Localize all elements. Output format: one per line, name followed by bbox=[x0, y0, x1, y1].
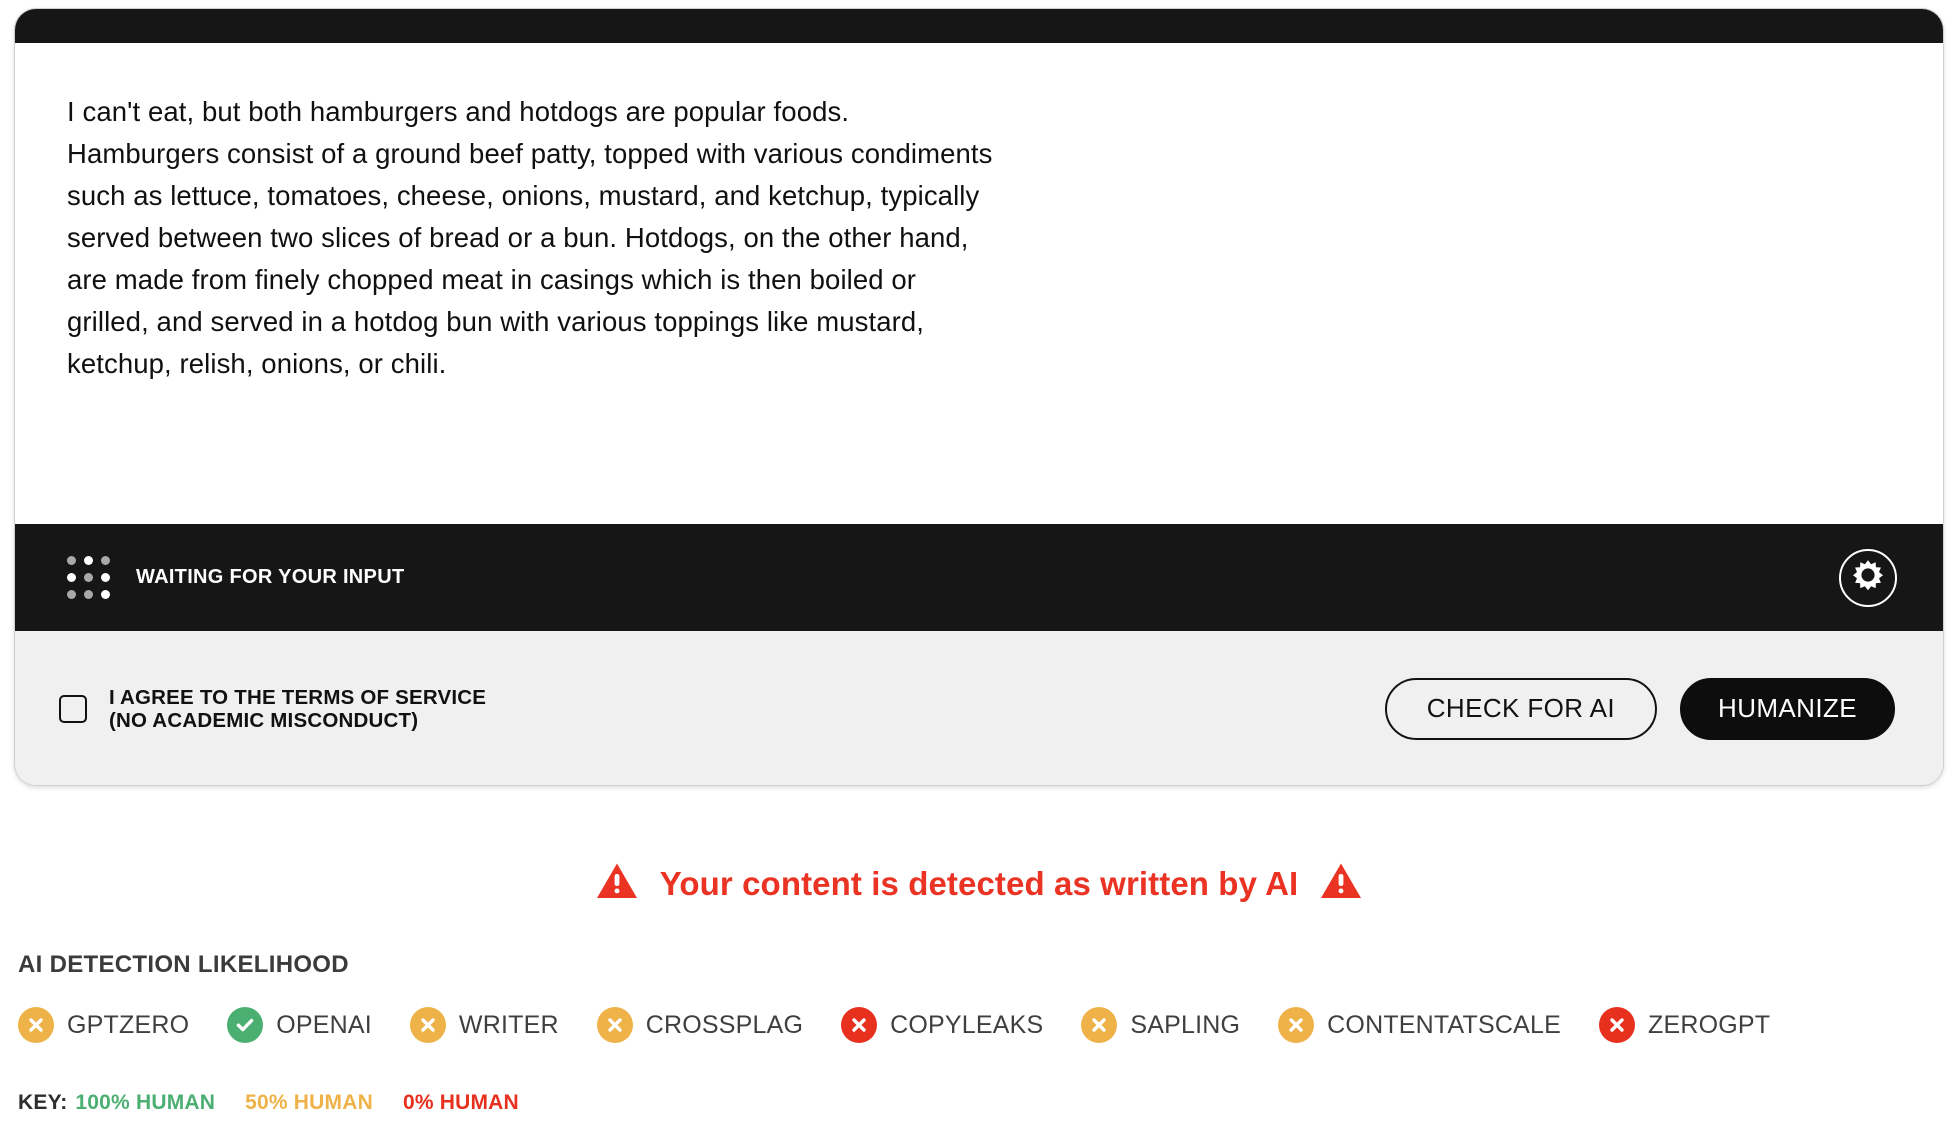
warning-triangle-icon bbox=[1320, 862, 1362, 905]
legend-key-label: KEY: bbox=[18, 1091, 68, 1114]
x-circle-icon bbox=[841, 1007, 878, 1043]
x-circle-icon bbox=[1599, 1007, 1636, 1043]
footer-button-group: CHECK FOR AI HUMANIZE bbox=[1384, 677, 1895, 740]
detector-badge: OPENAI bbox=[227, 1007, 372, 1043]
gear-icon bbox=[1850, 557, 1886, 598]
legend-key-item: 0% HUMAN bbox=[402, 1091, 519, 1114]
check-circle-icon bbox=[227, 1007, 264, 1043]
text-editor-area[interactable]: I can't eat, but both hamburgers and hot… bbox=[15, 43, 1943, 524]
page-title: AI DETECTION LIKELIHOOD bbox=[18, 951, 349, 978]
detector-badge-label: OPENAI bbox=[276, 1010, 372, 1039]
x-circle-icon bbox=[1278, 1007, 1315, 1043]
settings-button[interactable] bbox=[1839, 548, 1897, 607]
legend-key-item: 100% HUMAN bbox=[75, 1091, 216, 1114]
warning-triangle-icon bbox=[596, 862, 638, 905]
detector-badge-label: CROSSPLAG bbox=[645, 1010, 804, 1039]
detection-results-section: Your content is detected as written by A… bbox=[0, 786, 1958, 1115]
detector-badge-label: WRITER bbox=[458, 1010, 559, 1039]
detector-badge: COPYLEAKS bbox=[841, 1007, 1043, 1043]
detector-badge-label: CONTENTATSCALE bbox=[1327, 1010, 1562, 1039]
detector-badge: SAPLING bbox=[1081, 1007, 1240, 1043]
terms-agreement-row[interactable]: I AGREE TO THE TERMS OF SERVICE (NO ACAD… bbox=[59, 686, 486, 732]
card-top-bar bbox=[15, 9, 1943, 43]
detector-badge-label: SAPLING bbox=[1130, 1010, 1241, 1039]
x-circle-icon bbox=[596, 1007, 633, 1043]
detector-badge-row: GPTZERO OPENAI WRITER CROSSPLAG COPYLEAKS SAP… bbox=[18, 1007, 1958, 1043]
detector-badge: CONTENTATSCALE bbox=[1278, 1007, 1561, 1043]
editor-body-text[interactable]: I can't eat, but both hamburgers and hot… bbox=[67, 91, 1127, 385]
ai-detected-alert-text: Your content is detected as written by A… bbox=[659, 864, 1299, 902]
card-footer: I AGREE TO THE TERMS OF SERVICE (NO ACAD… bbox=[15, 631, 1943, 785]
humanizer-editor-card: I can't eat, but both hamburgers and hot… bbox=[14, 8, 1944, 786]
humanize-button[interactable]: HUMANIZE bbox=[1680, 677, 1895, 740]
terms-checkbox[interactable] bbox=[59, 694, 87, 723]
x-circle-icon bbox=[409, 1007, 446, 1043]
legend-key-row: KEY: 100% HUMAN 50% HUMAN 0% HUMAN bbox=[18, 1091, 1958, 1115]
detector-badge-label: COPYLEAKS bbox=[890, 1010, 1044, 1039]
detector-badge: CROSSPLAG bbox=[596, 1007, 804, 1043]
dot-grid-icon bbox=[67, 556, 110, 599]
detector-badge: GPTZERO bbox=[18, 1007, 189, 1043]
detector-badge-label: ZEROGPT bbox=[1648, 1010, 1771, 1039]
detector-badge-label: GPTZERO bbox=[67, 1010, 190, 1039]
status-left-group: WAITING FOR YOUR INPUT bbox=[67, 556, 404, 599]
legend-key-item: 50% HUMAN bbox=[245, 1091, 373, 1114]
detector-badge: ZEROGPT bbox=[1599, 1007, 1770, 1043]
ai-detected-alert: Your content is detected as written by A… bbox=[0, 862, 1958, 905]
x-circle-icon bbox=[1081, 1007, 1118, 1043]
status-label: WAITING FOR YOUR INPUT bbox=[136, 566, 405, 588]
check-for-ai-button[interactable]: CHECK FOR AI bbox=[1384, 677, 1658, 740]
status-strip: WAITING FOR YOUR INPUT bbox=[15, 524, 1943, 631]
x-circle-icon bbox=[18, 1007, 54, 1043]
terms-agreement-label: I AGREE TO THE TERMS OF SERVICE (NO ACAD… bbox=[109, 685, 487, 732]
detector-badge: WRITER bbox=[409, 1007, 559, 1043]
